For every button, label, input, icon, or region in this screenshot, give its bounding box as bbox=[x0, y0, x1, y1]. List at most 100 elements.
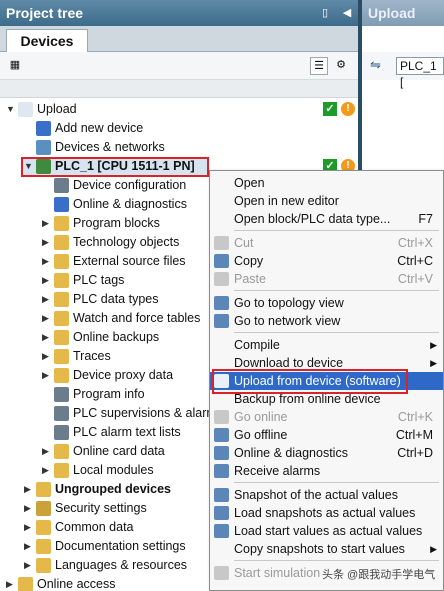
tree-row-label: Common data bbox=[55, 520, 134, 534]
menu-item[interactable]: Receive alarms bbox=[210, 462, 443, 480]
menu-item-shortcut: F7 bbox=[418, 212, 433, 226]
plc-icon bbox=[36, 159, 51, 174]
expand-arrow-icon[interactable]: ▶ bbox=[6, 575, 16, 591]
tree-row-label: External source files bbox=[73, 254, 186, 268]
expand-arrow-icon[interactable]: ▶ bbox=[42, 214, 52, 233]
upload-titlebar: Upload bbox=[362, 0, 444, 26]
print-icon[interactable]: ▦ bbox=[6, 57, 24, 75]
tab-devices[interactable]: Devices bbox=[6, 29, 88, 53]
expand-arrow-icon[interactable]: ▶ bbox=[42, 271, 52, 290]
tree-row-label: Program info bbox=[73, 387, 145, 401]
text-list-icon bbox=[54, 425, 69, 440]
menu-item-shortcut: Ctrl+D bbox=[397, 446, 433, 460]
menu-item[interactable]: Go to network view bbox=[210, 312, 443, 330]
expand-arrow-icon[interactable]: ▶ bbox=[24, 480, 34, 499]
menu-item[interactable]: Go online Ctrl+K bbox=[210, 408, 443, 426]
watermark: 头条 @跟我动手学电气 bbox=[322, 569, 436, 581]
expand-arrow-icon[interactable]: ▶ bbox=[24, 556, 34, 575]
upload-title: Upload bbox=[368, 5, 416, 21]
folder-icon bbox=[54, 349, 69, 364]
folder-icon bbox=[18, 577, 33, 591]
collapse-left-icon[interactable]: ◀ bbox=[340, 5, 354, 21]
menu-item[interactable]: Snapshot of the actual values bbox=[210, 486, 443, 504]
menu-item-shortcut: Ctrl+K bbox=[397, 410, 433, 424]
menu-item-label: Online & diagnostics bbox=[234, 446, 348, 460]
folder-icon bbox=[36, 482, 51, 497]
folder-icon bbox=[54, 311, 69, 326]
tree-toolbar: ▦ ☰ ⚙ bbox=[0, 52, 358, 80]
menu-item-label: Snapshot of the actual values bbox=[234, 488, 399, 502]
go-online-icon bbox=[214, 410, 229, 424]
overview-icon[interactable]: ☰ bbox=[310, 57, 328, 75]
expand-arrow-icon[interactable]: ▶ bbox=[42, 309, 52, 328]
expand-arrow-icon[interactable]: ▶ bbox=[42, 442, 52, 461]
menu-item[interactable]: Cut Ctrl+X bbox=[210, 234, 443, 252]
folder-icon bbox=[54, 216, 69, 231]
folder-icon bbox=[54, 463, 69, 478]
tree-row[interactable]: ▼ Upload ✓! bbox=[0, 100, 358, 119]
menu-item-label: Receive alarms bbox=[234, 464, 321, 478]
menu-item-shortcut: Ctrl+C bbox=[397, 254, 433, 268]
device-config-icon bbox=[54, 178, 69, 193]
device-select-input[interactable]: PLC_1 [ bbox=[396, 57, 444, 89]
menu-item[interactable]: Go to topology view bbox=[210, 294, 443, 312]
folder-icon bbox=[54, 444, 69, 459]
settings-icon[interactable]: ⚙ bbox=[332, 57, 350, 75]
tree-row[interactable]: Add new device bbox=[0, 119, 358, 138]
expand-arrow-icon[interactable]: ▶ bbox=[42, 461, 52, 480]
menu-item[interactable]: Paste Ctrl+V bbox=[210, 270, 443, 288]
folder-icon bbox=[54, 368, 69, 383]
connect-icon[interactable]: ⇋ bbox=[370, 57, 388, 75]
topology-icon bbox=[214, 296, 229, 310]
tree-row[interactable]: Devices & networks bbox=[0, 138, 358, 157]
menu-item[interactable]: Copy snapshots to start values ▶ bbox=[210, 540, 443, 558]
status-ok-icon: ✓ bbox=[323, 102, 337, 116]
menu-item[interactable]: Compile ▶ bbox=[210, 336, 443, 354]
tab-strip: Devices bbox=[0, 26, 358, 53]
program-info-icon bbox=[54, 387, 69, 402]
menu-item[interactable]: Go offline Ctrl+M bbox=[210, 426, 443, 444]
expand-arrow-icon[interactable]: ▶ bbox=[42, 252, 52, 271]
expand-arrow-icon[interactable]: ▶ bbox=[24, 537, 34, 556]
expand-arrow-icon[interactable]: ▶ bbox=[42, 347, 52, 366]
menu-item[interactable]: Open block/PLC data type... F7 bbox=[210, 210, 443, 228]
simulation-icon bbox=[214, 566, 229, 580]
folder-icon bbox=[54, 254, 69, 269]
menu-item-label: Go to network view bbox=[234, 314, 341, 328]
folder-icon bbox=[54, 235, 69, 250]
menu-separator bbox=[234, 332, 439, 333]
menu-item-label: Go to topology view bbox=[234, 296, 344, 310]
folder-icon bbox=[54, 330, 69, 345]
submenu-arrow-icon: ▶ bbox=[430, 358, 437, 368]
pin-icon[interactable]: ▯ bbox=[318, 5, 332, 21]
menu-item-label: Open bbox=[234, 176, 265, 190]
tree-row-label: Online access bbox=[37, 577, 116, 591]
menu-item[interactable]: Open bbox=[210, 174, 443, 192]
menu-item-label: Open block/PLC data type... bbox=[234, 212, 391, 226]
menu-item-label: Go online bbox=[234, 410, 288, 424]
folder-icon bbox=[54, 292, 69, 307]
expand-arrow-icon[interactable]: ▶ bbox=[42, 290, 52, 309]
tree-row-label: Device configuration bbox=[73, 178, 187, 192]
expand-arrow-icon[interactable]: ▶ bbox=[24, 499, 34, 518]
menu-item[interactable]: Load snapshots as actual values bbox=[210, 504, 443, 522]
expand-arrow-icon[interactable]: ▶ bbox=[42, 366, 52, 385]
menu-item[interactable]: Copy Ctrl+C bbox=[210, 252, 443, 270]
menu-item[interactable]: Open in new editor bbox=[210, 192, 443, 210]
collapse-arrow-icon[interactable]: ▼ bbox=[24, 157, 34, 176]
collapse-arrow-icon[interactable]: ▼ bbox=[6, 100, 16, 119]
expand-arrow-icon[interactable]: ▶ bbox=[42, 233, 52, 252]
menu-item-label: Compile bbox=[234, 338, 280, 352]
menu-item[interactable]: Online & diagnostics Ctrl+D bbox=[210, 444, 443, 462]
tree-row-label: Online & diagnostics bbox=[73, 197, 187, 211]
expand-arrow-icon[interactable]: ▶ bbox=[42, 328, 52, 347]
load-start-icon bbox=[214, 524, 229, 538]
expand-arrow-icon[interactable]: ▶ bbox=[24, 518, 34, 537]
menu-item-label: Copy bbox=[234, 254, 264, 268]
menu-item-label: Open in new editor bbox=[234, 194, 339, 208]
menu-item[interactable]: Load start values as actual values bbox=[210, 522, 443, 540]
load-snapshot-icon bbox=[214, 506, 229, 520]
folder-icon bbox=[54, 273, 69, 288]
menu-item-label: Copy snapshots to start values bbox=[234, 542, 405, 556]
folder-icon bbox=[36, 558, 51, 573]
